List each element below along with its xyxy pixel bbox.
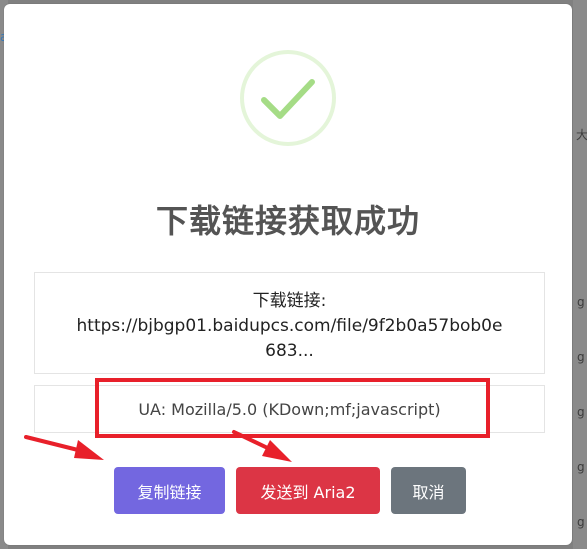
download-link-url[interactable]: https://bjbgp01.baidupcs.com/file/9f2b0a… [35,314,544,339]
user-agent-text: UA: Mozilla/5.0 (KDown;mf;javascript) [138,399,441,419]
download-link-url-continuation[interactable]: 683... [35,339,544,364]
send-to-aria2-button[interactable]: 发送到 Aria2 [236,467,380,514]
backdrop-text: g [577,405,585,419]
backdrop-text: g [577,295,585,309]
backdrop-text: g [577,515,585,529]
checkmark-icon [240,50,336,146]
copy-link-button[interactable]: 复制链接 [114,467,225,514]
download-link-label: 下载链接: [252,291,327,311]
backdrop-text: g [577,460,585,474]
backdrop-text: g [577,350,585,364]
download-link-dialog: 下载链接获取成功 下载链接: https://bjbgp01.baidupcs.… [4,4,572,545]
backdrop-text: 大 [576,128,587,142]
user-agent-box: UA: Mozilla/5.0 (KDown;mf;javascript) [34,385,545,433]
cancel-button[interactable]: 取消 [391,467,466,514]
dialog-title: 下载链接获取成功 [155,202,420,240]
download-link-box: 下载链接: https://bjbgp01.baidupcs.com/file/… [34,272,545,374]
